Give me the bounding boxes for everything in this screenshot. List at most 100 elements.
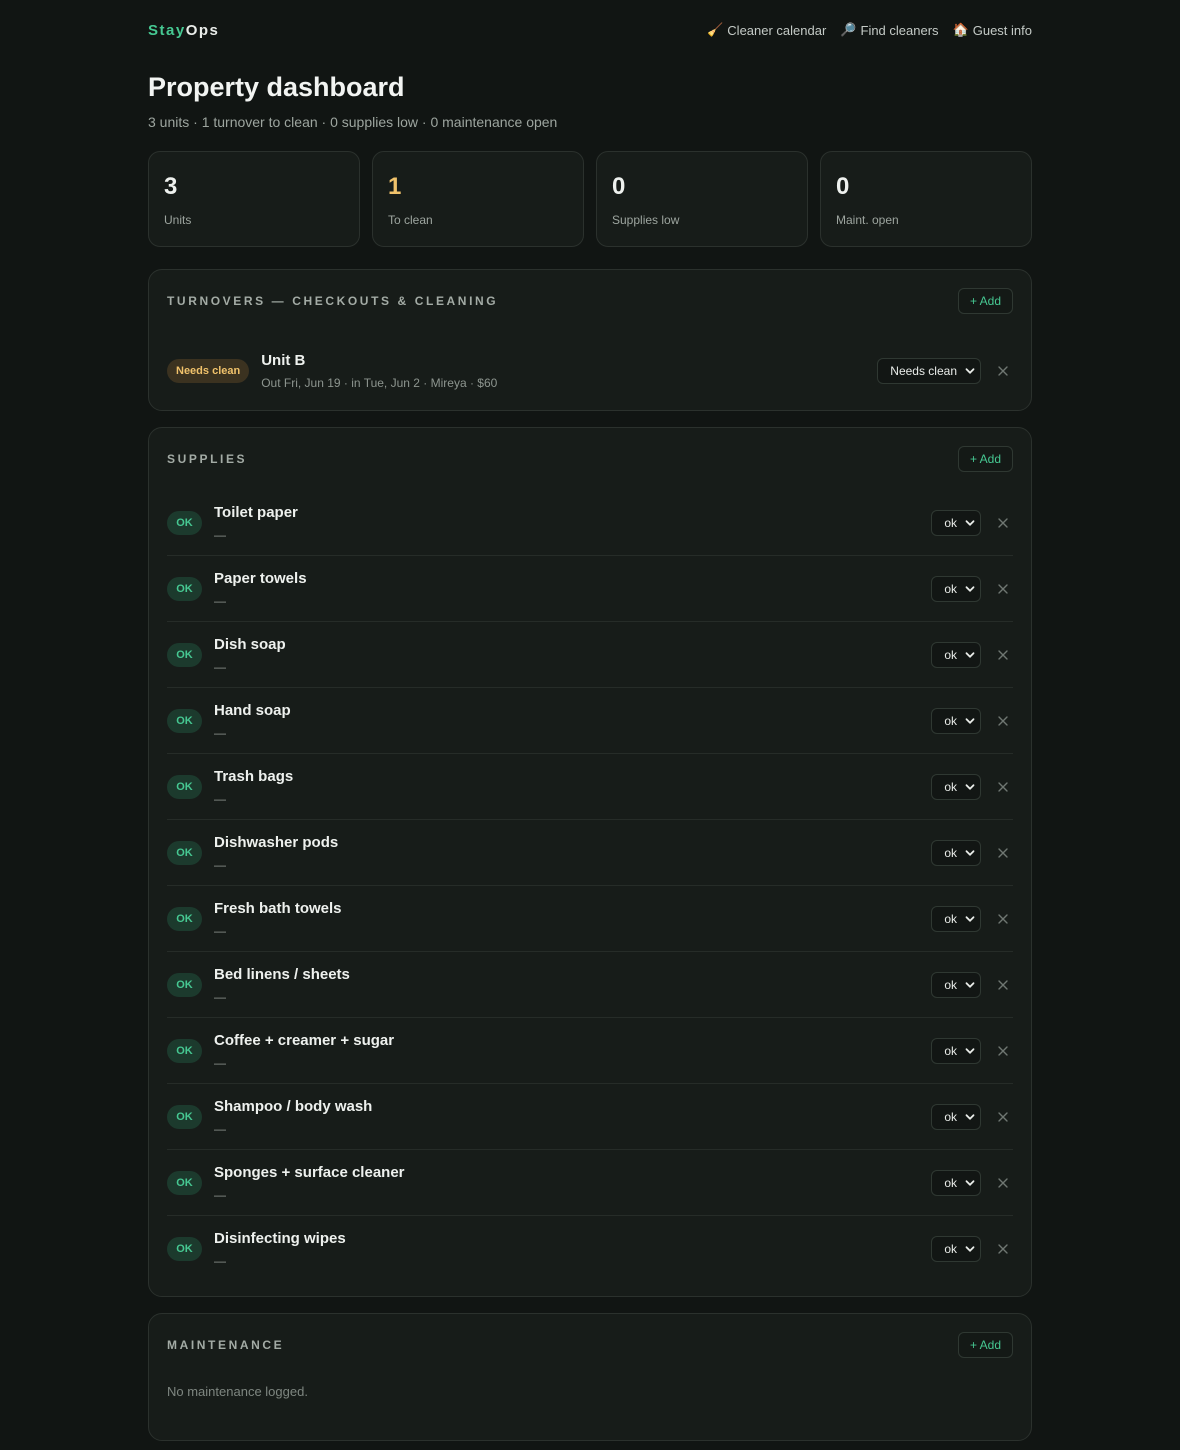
status-badge: OK <box>167 576 202 601</box>
select-value: ok <box>944 977 957 992</box>
supply-name: Dishwasher pods <box>214 833 339 851</box>
supply-name: Dish soap <box>214 635 286 653</box>
status-badge: OK <box>167 708 202 733</box>
chevron-down-icon <box>965 519 975 526</box>
turnover-row: Needs clean Unit B Out Fri, Jun 19 · in Tu… <box>167 332 1013 410</box>
maintenance-header: MAINTENANCE + Add <box>167 1314 1013 1376</box>
turnover-status-select[interactable]: Needs clean <box>877 358 981 384</box>
supply-status-select[interactable]: ok <box>931 641 981 668</box>
supply-name: Hand soap <box>214 701 291 719</box>
supply-name: Disinfecting wipes <box>214 1230 346 1247</box>
chevron-down-icon <box>965 1047 975 1054</box>
nav-label: Cleaner calendar <box>727 22 827 38</box>
supply-list: OK Toilet paper — ok OK Paper towels — ok OK Dish… <box>167 490 1013 1282</box>
supply-status-select[interactable]: ok <box>931 509 981 536</box>
supply-status-select[interactable]: ok <box>931 707 981 734</box>
page-subtitle: 3 units · 1 turnover to clean · 0 suppli… <box>148 114 558 130</box>
supply-row: OK Sponges + surface cleaner — ok <box>167 1150 1013 1216</box>
close-icon[interactable] <box>997 847 1009 859</box>
nav-links: 🧹 Cleaner calendar 🔎 Find cleaners 🏠 Guest in… <box>707 22 1032 38</box>
supply-name: Coffee + creamer + sugar <box>214 1031 395 1049</box>
add-maintenance-button[interactable]: + Add <box>957 1332 1013 1358</box>
chevron-down-icon <box>965 783 975 790</box>
nav-guest-info[interactable]: 🏠 Guest info <box>953 22 1032 38</box>
supply-row: OK Bed linens / sheets — ok <box>167 952 1013 1018</box>
close-icon[interactable] <box>997 1177 1009 1189</box>
supply-info: Shampoo / body wash — <box>214 1098 931 1136</box>
select-value: ok <box>944 1109 957 1124</box>
turnover-list: Needs clean Unit B Out Fri, Jun 19 · in Tu… <box>167 332 1013 410</box>
top-nav: StayOps 🧹 Cleaner calendar 🔎 Find cleaners 🏠… <box>148 0 1032 60</box>
status-badge: OK <box>167 1170 202 1195</box>
close-icon[interactable] <box>997 1111 1009 1123</box>
turnovers-title: TURNOVERS — CHECKOUTS & CLEANING <box>167 294 499 308</box>
supply-status-select[interactable]: ok <box>931 839 981 866</box>
supply-name: Fresh bath towels <box>214 899 342 917</box>
supply-status-select[interactable]: ok <box>931 773 981 800</box>
chevron-down-icon <box>965 981 975 988</box>
supply-name: Paper towels <box>214 569 307 587</box>
stat-card: 3 Units <box>148 151 360 247</box>
close-icon[interactable] <box>997 913 1009 925</box>
brand-part-1: Stay <box>148 21 186 39</box>
supply-meta: — <box>214 527 226 542</box>
supply-status-select[interactable]: ok <box>931 905 981 932</box>
close-icon[interactable] <box>997 1243 1009 1255</box>
brand-part-2: Ops <box>185 21 220 39</box>
maintenance-title: MAINTENANCE <box>167 1338 285 1352</box>
close-icon[interactable] <box>997 649 1009 661</box>
supply-info: Bed linens / sheets — <box>214 966 931 1004</box>
select-value: ok <box>944 779 957 794</box>
supply-status-select[interactable]: ok <box>931 1037 981 1064</box>
supplies-card: SUPPLIES + Add OK Toilet paper — ok OK Paper … <box>148 427 1032 1297</box>
brand-logo[interactable]: StayOps <box>148 22 219 39</box>
add-turnover-button[interactable]: + Add <box>957 288 1013 314</box>
supply-row: OK Shampoo / body wash — ok <box>167 1084 1013 1150</box>
nav-icon: 🔎 <box>840 22 857 37</box>
supply-status-select[interactable]: ok <box>931 1236 981 1262</box>
status-badge: OK <box>167 1038 202 1063</box>
supplies-title: SUPPLIES <box>167 452 248 466</box>
supply-info: Disinfecting wipes — <box>214 1230 931 1268</box>
select-value: ok <box>944 581 957 596</box>
turnovers-header: TURNOVERS — CHECKOUTS & CLEANING + Add <box>167 270 1013 332</box>
close-icon[interactable] <box>997 979 1009 991</box>
supply-info: Dishwasher pods — <box>214 834 931 872</box>
chevron-down-icon <box>965 651 975 658</box>
page-title: Property dashboard <box>148 72 405 102</box>
add-supply-button[interactable]: + Add <box>957 446 1013 472</box>
close-icon[interactable] <box>997 715 1009 727</box>
select-value: ok <box>944 1242 957 1256</box>
supply-info: Sponges + surface cleaner — <box>214 1164 931 1202</box>
chevron-down-icon <box>965 368 975 374</box>
nav-find-cleaners[interactable]: 🔎 Find cleaners <box>840 22 938 38</box>
close-icon[interactable] <box>997 365 1009 377</box>
stats-grid: 3 Units 1 To clean 0 Supplies low 0 Maint. open <box>148 151 1032 247</box>
maintenance-empty-state: No maintenance logged. <box>167 1384 308 1399</box>
supply-row: OK Dishwasher pods — ok <box>167 820 1013 886</box>
supply-status-select[interactable]: ok <box>931 1169 981 1196</box>
supply-meta: — <box>214 593 226 608</box>
status-badge: OK <box>167 840 202 865</box>
supply-status-select[interactable]: ok <box>931 971 981 998</box>
page: StayOps 🧹 Cleaner calendar 🔎 Find cleaners 🏠… <box>148 0 1032 1450</box>
supply-meta: — <box>214 923 226 938</box>
close-icon[interactable] <box>997 1045 1009 1057</box>
select-value: ok <box>944 1043 957 1058</box>
supply-meta: — <box>214 1187 226 1202</box>
supply-status-select[interactable]: ok <box>931 1103 981 1130</box>
supply-meta: — <box>214 857 226 872</box>
stat-value: 3 <box>164 173 178 200</box>
close-icon[interactable] <box>997 517 1009 529</box>
close-icon[interactable] <box>997 583 1009 595</box>
chevron-down-icon <box>965 717 975 724</box>
nav-cleaner-calendar[interactable]: 🧹 Cleaner calendar <box>707 22 826 38</box>
supply-info: Trash bags — <box>214 768 931 806</box>
status-badge: OK <box>167 972 202 997</box>
status-badge: OK <box>167 642 202 667</box>
supply-status-select[interactable]: ok <box>931 575 981 602</box>
turnover-info: Unit B Out Fri, Jun 19 · in Tue, Jun 2 · … <box>261 352 877 390</box>
chevron-down-icon <box>965 849 975 856</box>
supply-row: OK Trash bags — ok <box>167 754 1013 820</box>
close-icon[interactable] <box>997 781 1009 793</box>
